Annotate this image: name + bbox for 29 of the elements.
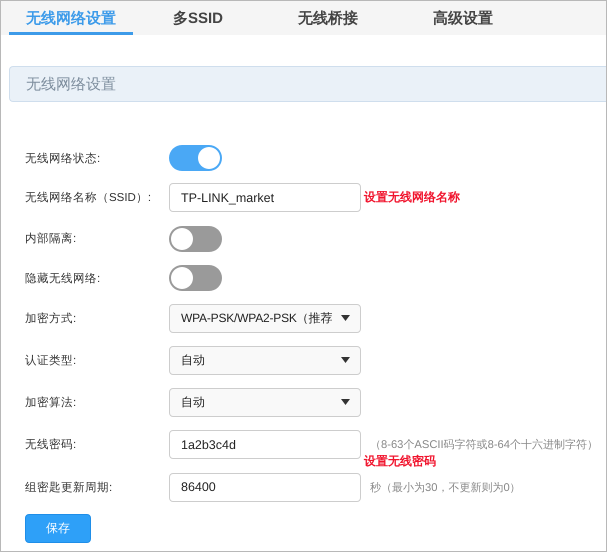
section-title: 无线网络设置 <box>26 74 116 94</box>
caret-icon <box>341 315 350 321</box>
field-label: 隐藏无线网络: <box>24 272 102 286</box>
hint-text: （8-63个ASCII码字符或8-64个十六进制字符） <box>370 438 598 452</box>
toggle-switch[interactable] <box>169 226 222 252</box>
text-field[interactable]: TP-LINK_market <box>169 183 361 212</box>
field-label: 认证类型: <box>24 354 78 368</box>
caret-icon <box>341 357 350 363</box>
dropdown-field[interactable]: WPA-PSK/WPA2-PSK（推荐 <box>169 304 361 332</box>
tab[interactable]: 高级设置 <box>433 1 494 35</box>
field-label: 无线网络名称（SSID）: <box>24 190 152 205</box>
dropdown-field[interactable]: 自动 <box>169 388 361 416</box>
tab[interactable]: 无线桥接 <box>298 1 358 35</box>
hint-text: 秒（最小为30，不更新则为0） <box>370 480 521 494</box>
field-label: 加密方式: <box>24 311 78 326</box>
toggle-switch[interactable] <box>169 265 222 291</box>
caret-icon <box>341 399 350 405</box>
annotation-text: 设置无线密码 <box>364 453 436 470</box>
field-label: 加密算法: <box>24 395 78 410</box>
text-field[interactable]: 1a2b3c4d <box>169 430 361 459</box>
text-field[interactable]: 86400 <box>169 472 361 502</box>
dropdown-field[interactable]: 自动 <box>169 346 361 374</box>
toggle-switch[interactable] <box>169 145 222 171</box>
field-label: 组密匙更新周期: <box>24 480 114 494</box>
annotation-text: 设置无线网络名称 <box>364 189 460 206</box>
field-label: 无线密码: <box>24 437 78 452</box>
field-label: 内部隔离: <box>24 231 78 246</box>
tab[interactable]: 多SSID <box>173 1 224 35</box>
field-label: 无线网络状态: <box>24 152 102 166</box>
